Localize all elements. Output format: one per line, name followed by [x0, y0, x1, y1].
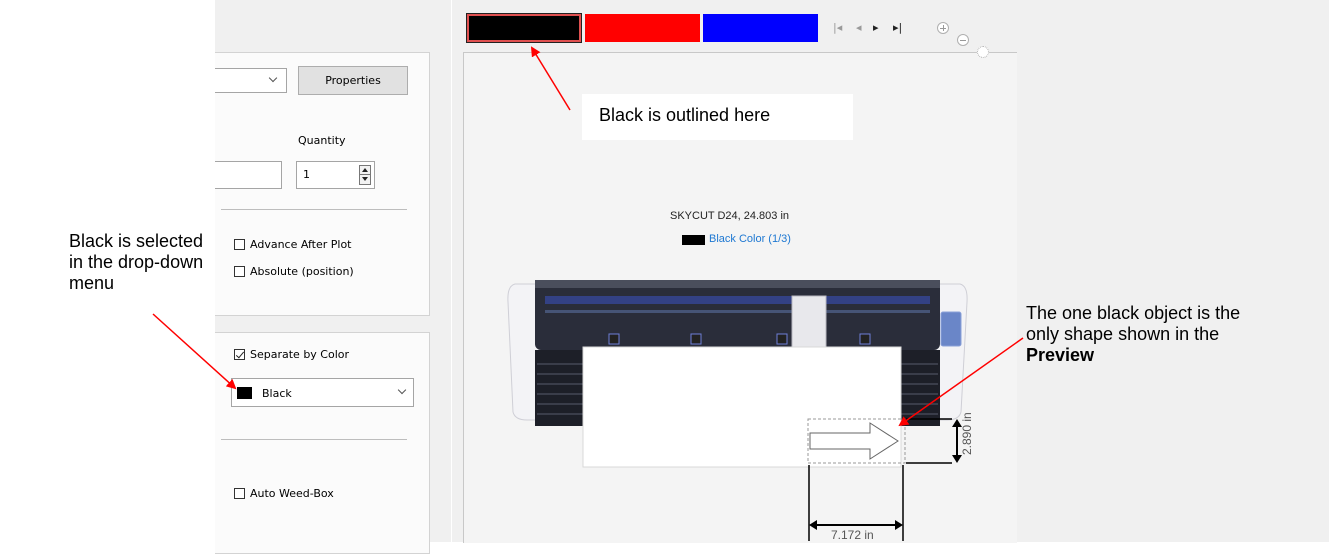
annotation-arrows	[152, 46, 1024, 427]
arrow-to-dropdown	[152, 313, 237, 390]
arrow-to-swatch	[530, 46, 571, 111]
arrow-to-preview	[898, 337, 1024, 427]
